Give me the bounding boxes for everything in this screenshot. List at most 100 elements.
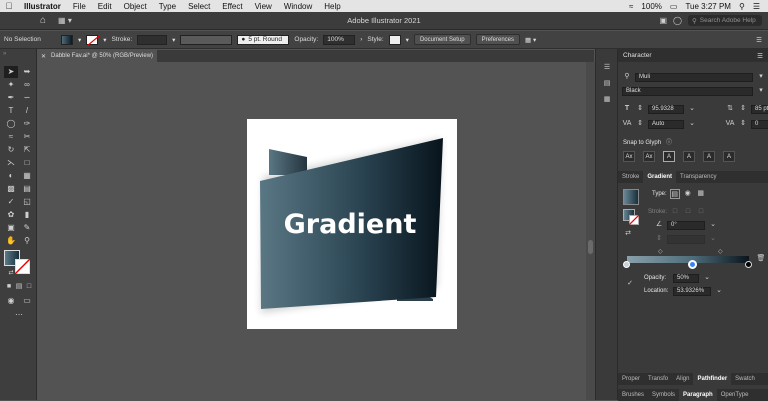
art-text[interactable]: Gradient xyxy=(284,209,417,240)
arrange-docs-icon[interactable]: ▣ xyxy=(659,16,667,25)
tab-paragraph[interactable]: Paragraph xyxy=(679,389,717,401)
font-family-field[interactable]: Muli xyxy=(635,72,753,82)
scale-tool-icon[interactable]: ⇱ xyxy=(20,144,34,156)
snap-anchor-icon[interactable]: A xyxy=(723,151,735,162)
menu-help[interactable]: Help xyxy=(318,2,346,11)
menu-extras-icon[interactable]: ☰ xyxy=(753,2,760,11)
style-dropdown-icon[interactable]: ▾ xyxy=(406,36,409,44)
snap-glyph-bounds-icon[interactable]: A xyxy=(663,151,675,162)
gradient-tool-icon[interactable]: ▤ xyxy=(20,183,34,195)
shape-builder-tool-icon[interactable]: ◐ xyxy=(4,170,18,182)
panel-menu-icon[interactable]: ☰ xyxy=(756,36,762,44)
lightbulb-icon[interactable]: ◯ xyxy=(673,16,682,25)
artwork[interactable]: Gradient xyxy=(247,119,457,329)
fill-dropdown-icon[interactable]: ▾ xyxy=(78,36,81,44)
stroke-none-swatch[interactable] xyxy=(86,34,100,46)
paintbrush-tool-icon[interactable]: ✑ xyxy=(20,118,34,130)
brush-definition[interactable]: ● 5 pt. Round xyxy=(237,34,290,45)
tracking-field[interactable]: 0 xyxy=(751,119,768,129)
stop-opacity-field[interactable]: 50% xyxy=(673,273,699,283)
font-size-dropdown-icon[interactable]: ⌄ xyxy=(687,104,697,114)
arrange-icon[interactable]: ▦ ▾ xyxy=(525,36,536,44)
radial-gradient-icon[interactable]: ◉ xyxy=(683,189,693,199)
character-panel-header[interactable]: Character ☰ xyxy=(618,49,768,62)
tab-opentype[interactable]: OpenType xyxy=(717,389,753,401)
scissors-tool-icon[interactable]: ✂ xyxy=(20,131,34,143)
mesh-tool-icon[interactable]: ▩ xyxy=(4,183,18,195)
aspect-dropdown-icon[interactable]: ⌄ xyxy=(708,234,718,244)
tab-transform[interactable]: Transfo xyxy=(644,373,672,385)
tab-gradient[interactable]: Gradient xyxy=(643,171,677,183)
gradient-preview-swatch[interactable] xyxy=(623,189,639,205)
rotate-tool-icon[interactable]: ↻ xyxy=(4,144,18,156)
opacity-field[interactable]: 100% xyxy=(323,34,356,45)
zoom-tool-icon[interactable]: ⚲ xyxy=(20,235,34,247)
hand-tool-icon[interactable]: ✋ xyxy=(4,235,18,247)
workspace-switcher-icon[interactable]: ▦ ▾ xyxy=(58,16,72,25)
tab-transparency[interactable]: Transparency xyxy=(676,171,720,183)
snap-proximity-icon[interactable]: A xyxy=(683,151,695,162)
preferences-button[interactable]: Preferences xyxy=(475,34,520,45)
font-size-stepper-icon[interactable]: ⇕ xyxy=(635,104,645,114)
snap-info-icon[interactable]: ⓘ xyxy=(664,138,674,148)
ellipse-tool-icon[interactable]: ◯ xyxy=(4,118,18,130)
menu-illustrator[interactable]: Illustrator xyxy=(18,2,67,11)
kerning-stepper-icon[interactable]: ⇕ xyxy=(635,119,645,129)
column-graph-tool-icon[interactable]: ▮ xyxy=(20,209,34,221)
snap-baseline-icon[interactable]: Ax xyxy=(623,151,635,162)
document-setup-button[interactable]: Document Setup xyxy=(413,34,471,45)
linear-gradient-icon[interactable]: ▤ xyxy=(669,189,680,199)
vertical-scrollbar[interactable] xyxy=(586,62,595,400)
libraries-panel-icon[interactable]: ▦ xyxy=(602,95,612,105)
battery-icon[interactable]: ▭ xyxy=(670,2,678,11)
gradient-stop-end[interactable] xyxy=(745,261,752,268)
font-size-field[interactable]: 95.9328 xyxy=(648,104,684,114)
none-mode-icon[interactable]: □ xyxy=(22,281,36,293)
wifi-icon[interactable]: ≈ xyxy=(629,2,633,11)
slice-tool-icon[interactable]: ✎ xyxy=(20,222,34,234)
tracking-stepper-icon[interactable]: ⇕ xyxy=(738,119,748,129)
free-transform-tool-icon[interactable]: □ xyxy=(20,157,34,169)
tab-properties[interactable]: Proper xyxy=(618,373,644,385)
menu-effect[interactable]: Effect xyxy=(216,2,248,11)
graphic-style-swatch[interactable] xyxy=(388,34,401,45)
leading-field[interactable]: 85 pt xyxy=(751,104,768,114)
stop-opacity-dropdown-icon[interactable]: ⌄ xyxy=(702,273,712,283)
clock[interactable]: Tue 3:27 PM xyxy=(685,2,731,11)
panel-menu-icon[interactable]: ☰ xyxy=(757,52,763,60)
reverse-gradient-icon[interactable]: ⇄ xyxy=(623,229,633,239)
tab-stroke[interactable]: Stroke xyxy=(618,171,643,183)
document-tab[interactable]: ✕ Dabble Fav.ai* @ 50% (RGB/Preview) xyxy=(37,50,157,62)
help-search-input[interactable]: ⚲ Search Adobe Help xyxy=(688,15,762,26)
symbol-sprayer-tool-icon[interactable]: ✿ xyxy=(4,209,18,221)
delete-stop-icon[interactable]: 🗑 xyxy=(756,254,766,264)
direct-selection-tool-icon[interactable]: ➥ xyxy=(20,66,34,78)
width-tool-icon[interactable]: ⋋ xyxy=(4,157,18,169)
swap-fill-stroke-icon[interactable]: ⇄ xyxy=(4,267,18,279)
font-style-field[interactable]: Black xyxy=(622,86,753,96)
spotlight-icon[interactable]: ⚲ xyxy=(739,2,745,11)
canvas[interactable]: Gradient xyxy=(37,62,586,400)
tools-grip-icon[interactable]: » xyxy=(3,51,33,59)
gradient-stop-selected[interactable] xyxy=(688,260,697,269)
gradient-stop-start[interactable] xyxy=(623,261,630,268)
angle-dropdown-icon[interactable]: ⌄ xyxy=(708,220,718,230)
stroke-along-icon[interactable]: □ xyxy=(683,207,693,217)
leading-stepper-icon[interactable]: ⇕ xyxy=(738,104,748,114)
menu-object[interactable]: Object xyxy=(118,2,153,11)
scrollbar-thumb[interactable] xyxy=(588,240,593,254)
home-icon[interactable]: ⌂ xyxy=(40,15,46,26)
shaper-tool-icon[interactable]: ≈ xyxy=(4,131,18,143)
tab-brushes[interactable]: Brushes xyxy=(618,389,648,401)
blend-tool-icon[interactable]: ◱ xyxy=(20,196,34,208)
kerning-dropdown-icon[interactable]: ⌄ xyxy=(687,119,697,129)
properties-panel-icon[interactable]: ☰ xyxy=(602,63,612,73)
edit-toolbar-icon[interactable]: ⋯ xyxy=(12,309,26,321)
menu-window[interactable]: Window xyxy=(278,2,318,11)
stop-location-field[interactable]: 53.9326% xyxy=(673,286,711,296)
tab-symbols[interactable]: Symbols xyxy=(648,389,679,401)
tab-swatches[interactable]: Swatch xyxy=(731,373,759,385)
font-style-dropdown-icon[interactable]: ▾ xyxy=(756,86,766,96)
font-family-dropdown-icon[interactable]: ▾ xyxy=(756,72,766,82)
stroke-within-icon[interactable]: □ xyxy=(670,207,680,217)
